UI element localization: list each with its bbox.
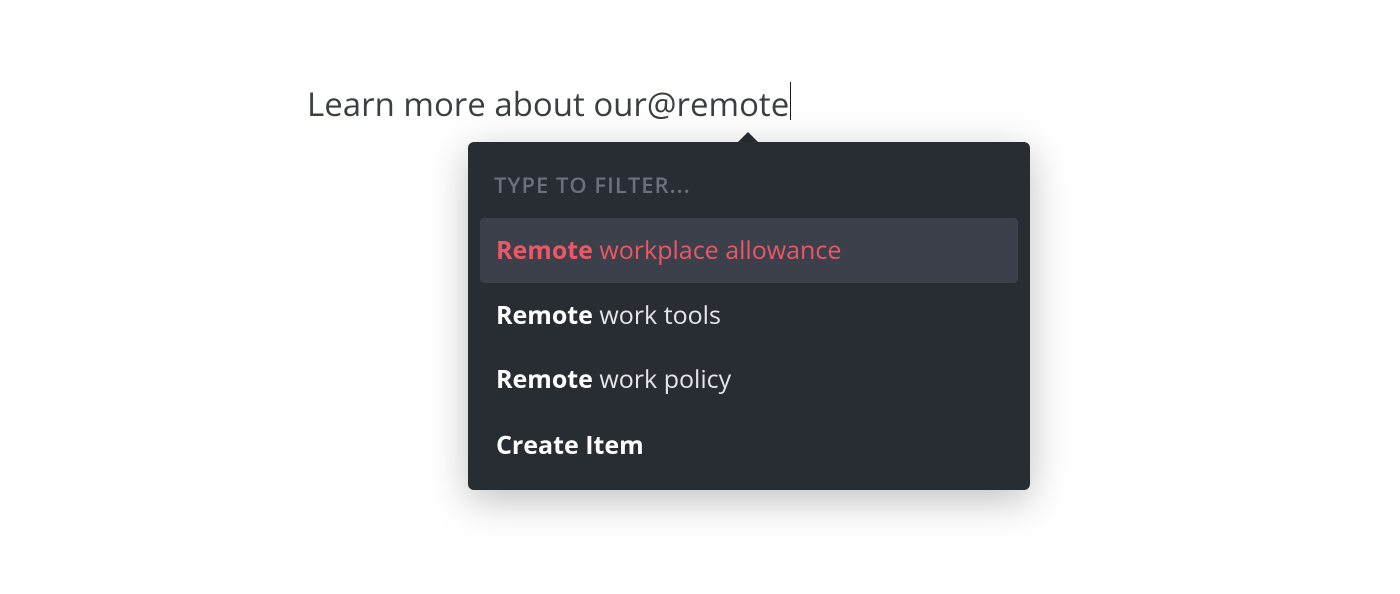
autocomplete-create-item[interactable]: Create Item: [480, 412, 1018, 478]
autocomplete-item-match: Remote: [496, 233, 593, 267]
editor-input-line[interactable]: Learn more about our @remote: [307, 78, 791, 126]
autocomplete-item-1[interactable]: Remote work tools: [480, 283, 1018, 348]
autocomplete-item-rest: work policy: [593, 362, 731, 396]
editor-plain-text: Learn more about our: [307, 81, 647, 126]
autocomplete-item-rest: work tools: [593, 298, 721, 332]
autocomplete-item-0[interactable]: Remote workplace allowance: [480, 218, 1018, 283]
text-cursor: [790, 82, 791, 120]
mention-autocomplete-popover: TYPE TO FILTER... Remote workplace allow…: [468, 132, 1030, 490]
popover-arrow-icon: [738, 132, 758, 142]
autocomplete-item-2[interactable]: Remote work policy: [480, 347, 1018, 412]
autocomplete-filter-label: TYPE TO FILTER...: [480, 154, 1018, 218]
autocomplete-item-rest: workplace allowance: [593, 233, 841, 267]
autocomplete-item-match: Remote: [496, 298, 593, 332]
editor-mention-token: @remote: [647, 81, 789, 126]
autocomplete-item-match: Remote: [496, 362, 593, 396]
autocomplete-panel: TYPE TO FILTER... Remote workplace allow…: [468, 142, 1030, 490]
